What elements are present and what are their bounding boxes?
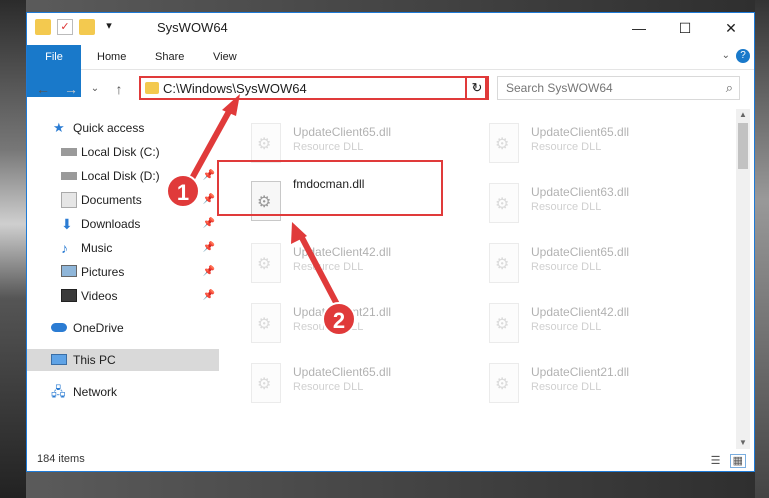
callout-2: 2 — [322, 302, 356, 336]
callout-1: 1 — [166, 174, 200, 208]
annotation-arrows — [187, 94, 343, 312]
arrow-2 — [297, 232, 343, 312]
arrow-1 — [187, 104, 235, 184]
arrow-1-head — [222, 94, 240, 116]
